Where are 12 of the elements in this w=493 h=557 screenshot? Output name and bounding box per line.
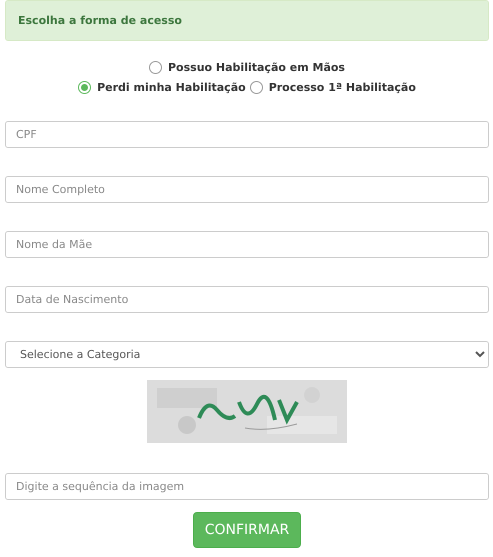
- radio-option[interactable]: Processo 1ª Habilitação: [250, 79, 416, 95]
- text-field[interactable]: CPF: [5, 121, 489, 148]
- radio-button[interactable]: [250, 80, 263, 94]
- radio-option[interactable]: Possuo Habilitação em Mãos: [149, 59, 345, 75]
- category-select[interactable]: Selecione a Categoria: [5, 341, 489, 368]
- radio-button[interactable]: [149, 60, 162, 74]
- radio-button[interactable]: [78, 80, 92, 94]
- text-field[interactable]: Data de Nascimento: [5, 286, 489, 313]
- radio-option[interactable]: Perdi minha Habilitação: [78, 79, 246, 95]
- text-field[interactable]: Nome da Mãe: [5, 231, 489, 258]
- panel-title: Escolha a forma de acesso: [5, 0, 489, 41]
- text-field[interactable]: Nome Completo: [5, 176, 489, 203]
